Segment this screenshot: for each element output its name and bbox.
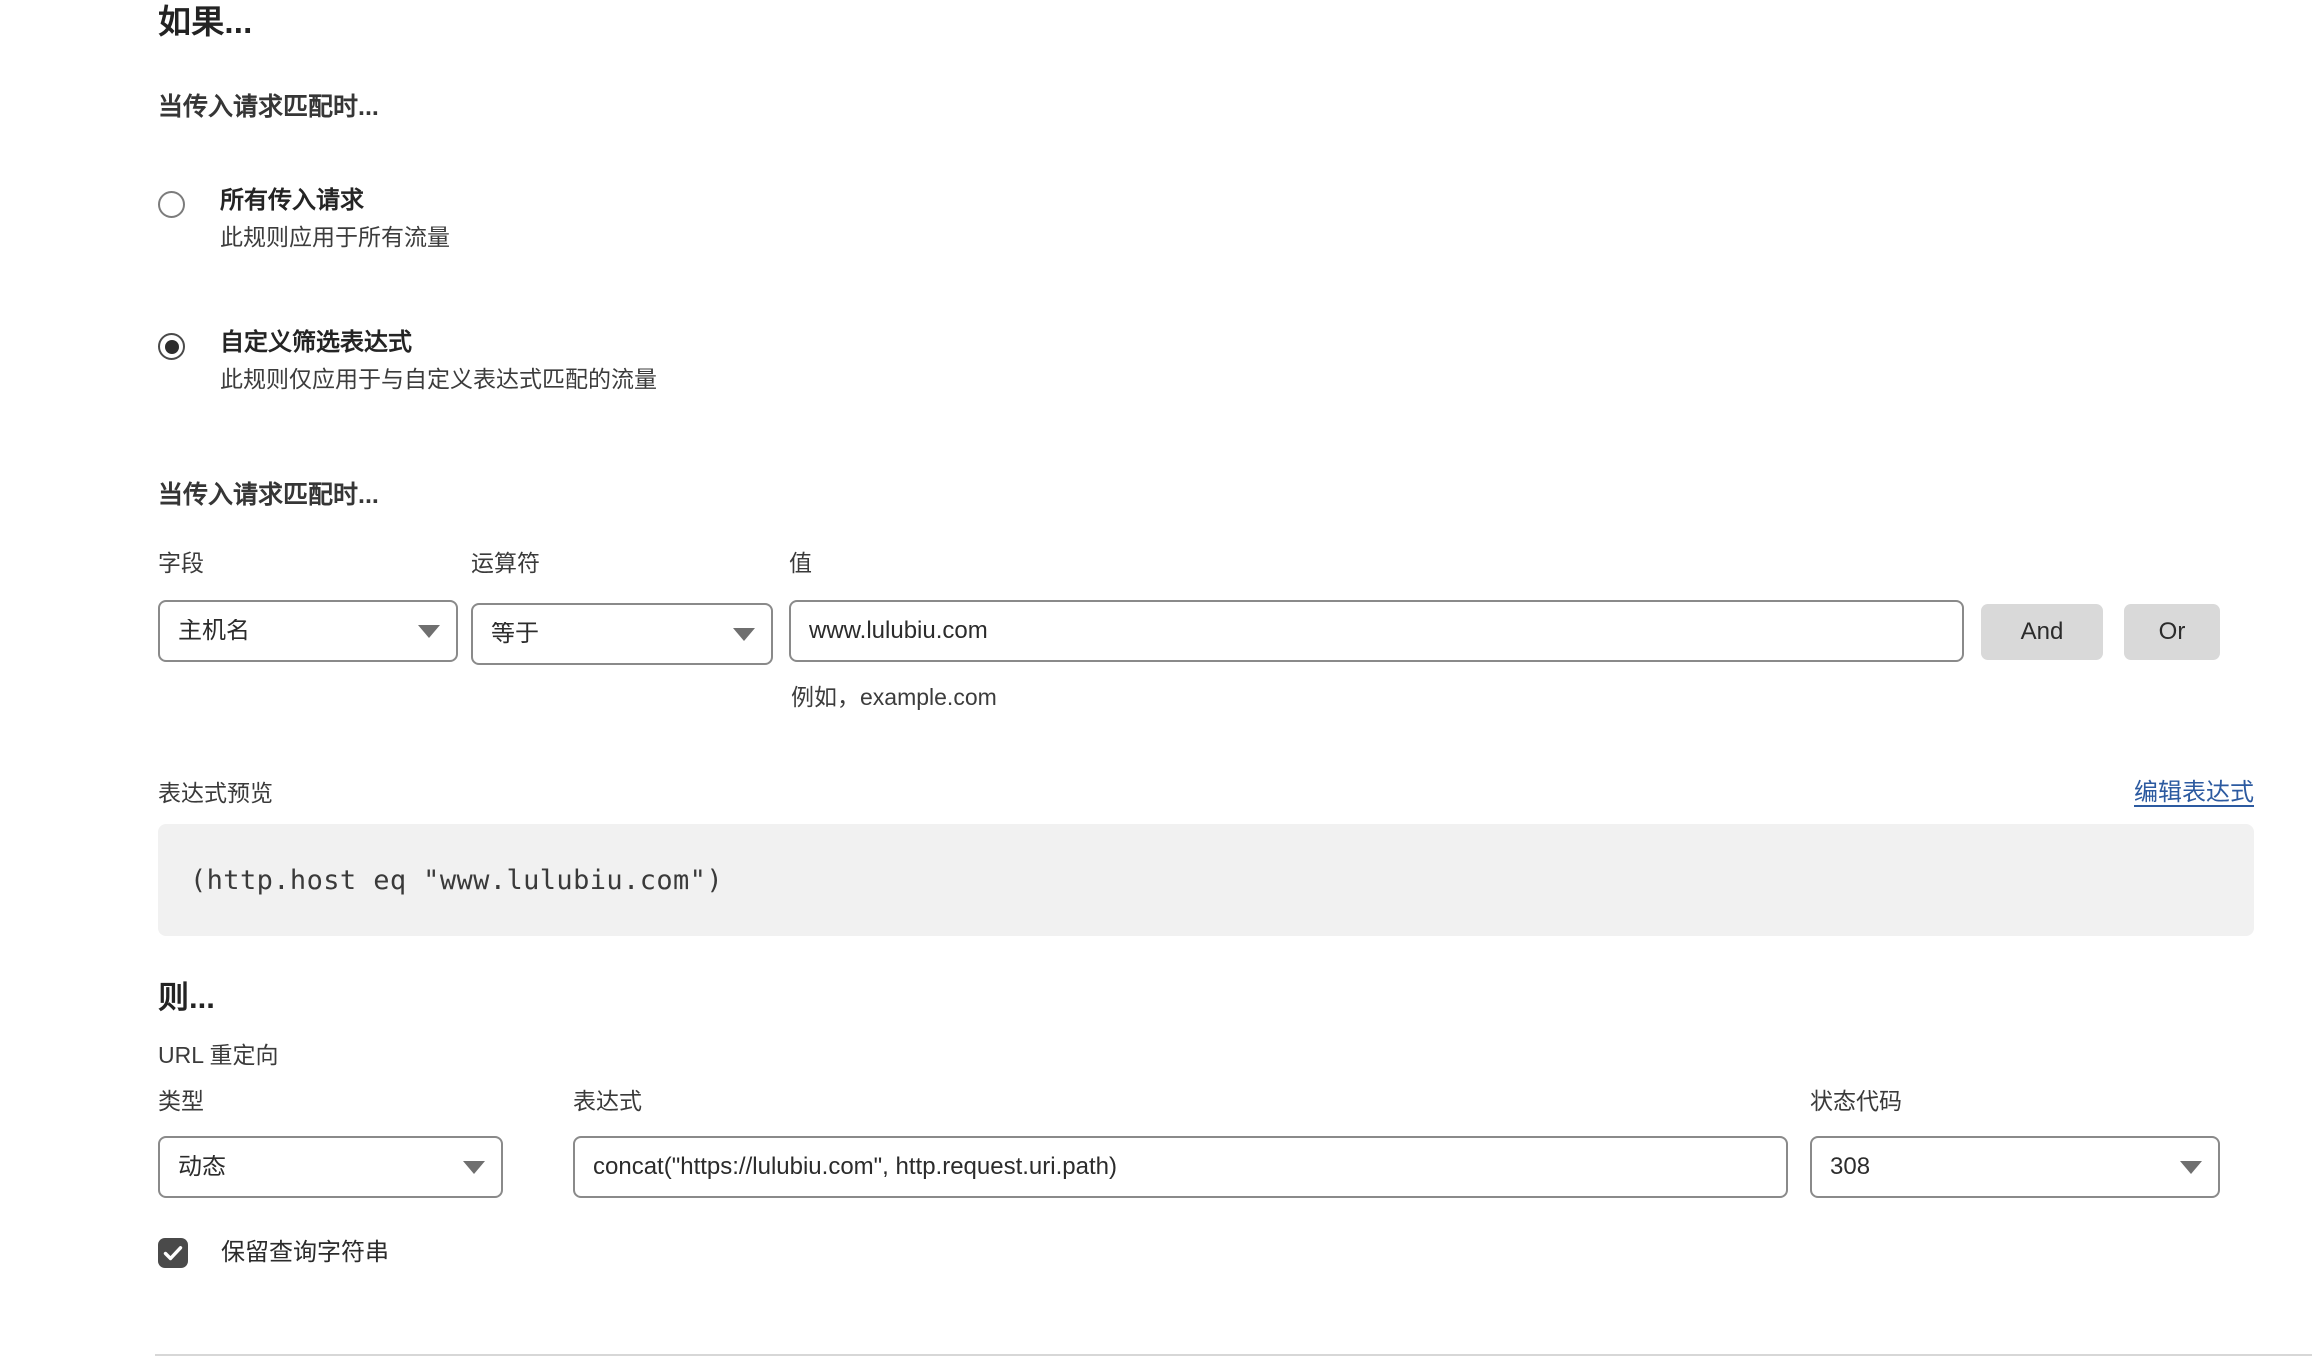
value-input-text: www.lulubiu.com — [809, 619, 988, 643]
preserve-query-string-label: 保留查询字符串 — [221, 1239, 389, 1266]
field-select-value: 主机名 — [178, 619, 250, 643]
radio-option-all-requests-label: 所有传入请求 — [220, 187, 364, 214]
value-label: 值 — [789, 550, 812, 576]
operator-label: 运算符 — [471, 550, 540, 576]
radio-option-custom-expression-description: 此规则仅应用于与自定义表达式匹配的流量 — [220, 366, 657, 392]
field-label: 字段 — [158, 550, 204, 576]
type-label: 类型 — [158, 1088, 204, 1114]
radio-option-all-requests[interactable]: 所有传入请求 此规则应用于所有流量 — [158, 185, 450, 254]
checkbox-checked-icon[interactable] — [158, 1238, 188, 1268]
operator-select-value: 等于 — [491, 622, 539, 646]
edit-expression-link[interactable]: 编辑表达式 — [2134, 778, 2254, 808]
then-action-label: URL 重定向 — [158, 1042, 279, 1068]
section-divider — [155, 1354, 2312, 1356]
radio-option-all-requests-texts: 所有传入请求 此规则应用于所有流量 — [220, 185, 450, 254]
radio-icon-selected[interactable] — [158, 333, 185, 360]
value-helper-text: 例如，example.com — [791, 684, 997, 710]
status-code-select[interactable]: 308 — [1810, 1136, 2220, 1198]
field-select[interactable]: 主机名 — [158, 600, 458, 662]
redirect-rule-editor: 如果... 当传入请求匹配时... 所有传入请求 此规则应用于所有流量 自定义筛… — [0, 0, 2312, 1364]
expression-preview-code: (http.host eq "www.lulubiu.com") — [190, 864, 723, 896]
radio-option-all-requests-description: 此规则应用于所有流量 — [220, 224, 450, 250]
chevron-down-icon — [733, 627, 755, 641]
radio-option-custom-expression-texts: 自定义筛选表达式 此规则仅应用于与自定义表达式匹配的流量 — [220, 327, 657, 396]
then-expression-text: concat("https://lulubiu.com", http.reque… — [593, 1155, 1117, 1179]
type-select[interactable]: 动态 — [158, 1136, 503, 1198]
chevron-down-icon — [2180, 1160, 2202, 1174]
operator-select[interactable]: 等于 — [471, 603, 773, 665]
then-title: 则... — [158, 980, 215, 1015]
incoming-request-subtitle: 当传入请求匹配时... — [158, 93, 379, 121]
status-code-label: 状态代码 — [1810, 1088, 1902, 1114]
or-button[interactable]: Or — [2124, 604, 2220, 660]
then-expression-input[interactable]: concat("https://lulubiu.com", http.reque… — [573, 1136, 1788, 1198]
then-expression-label: 表达式 — [573, 1088, 642, 1114]
page-title: 如果... — [158, 3, 253, 40]
matcher-heading: 当传入请求匹配时... — [158, 481, 379, 509]
status-code-select-value: 308 — [1830, 1155, 1871, 1179]
radio-icon-unselected[interactable] — [158, 191, 185, 218]
expression-preview-label: 表达式预览 — [158, 780, 273, 806]
and-button[interactable]: And — [1981, 604, 2103, 660]
type-select-value: 动态 — [178, 1155, 226, 1179]
radio-option-custom-expression-label: 自定义筛选表达式 — [220, 329, 412, 356]
chevron-down-icon — [463, 1160, 485, 1174]
value-input[interactable]: www.lulubiu.com — [789, 600, 1964, 662]
expression-preview-box: (http.host eq "www.lulubiu.com") — [158, 824, 2254, 936]
preserve-query-string-row[interactable]: 保留查询字符串 — [158, 1238, 389, 1268]
radio-option-custom-expression[interactable]: 自定义筛选表达式 此规则仅应用于与自定义表达式匹配的流量 — [158, 327, 657, 396]
chevron-down-icon — [418, 624, 440, 638]
